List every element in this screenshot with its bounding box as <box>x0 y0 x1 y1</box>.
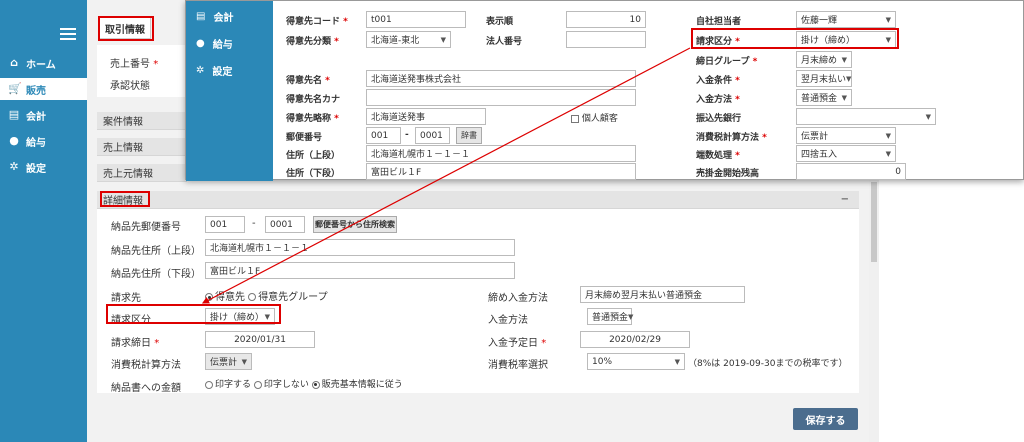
callout-arrow <box>201 47 691 304</box>
